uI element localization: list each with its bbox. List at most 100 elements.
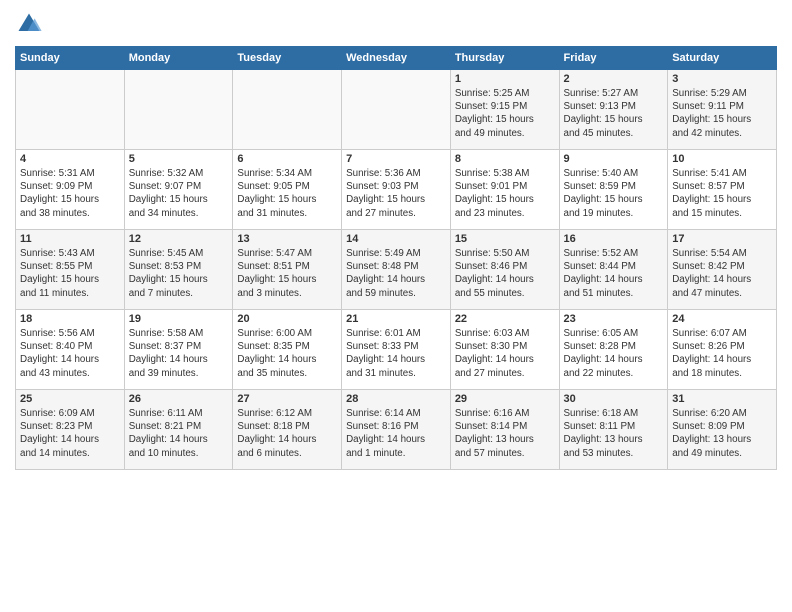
day-info: Sunrise: 5:45 AM Sunset: 8:53 PM Dayligh… [129, 247, 229, 300]
calendar-week-5: 25 Sunrise: 6:09 AM Sunset: 8:23 PM Dayli… [16, 390, 777, 470]
calendar-cell: 18Sunrise: 5:56 AM Sunset: 8:40 PM Dayli… [16, 310, 125, 390]
calendar-cell [16, 70, 125, 150]
calendar-cell: 22Sunrise: 6:03 AM Sunset: 8:30 PM Dayli… [450, 310, 559, 390]
calendar-cell [233, 70, 342, 150]
day-number: 8 [455, 153, 555, 165]
calendar-cell: 12 Sunrise: 5:45 AM Sunset: 8:53 PM Dayli… [124, 230, 233, 310]
day-info: Sunrise: 5:49 AM Sunset: 8:48 PM Dayligh… [346, 247, 446, 300]
calendar-cell: 13 Sunrise: 5:47 AM Sunset: 8:51 PM Dayli… [233, 230, 342, 310]
day-info: Sunrise: 5:41 AM Sunset: 8:57 PM Dayligh… [672, 167, 772, 220]
day-number: 14 [346, 233, 446, 245]
calendar-cell: 31 Sunrise: 6:20 AM Sunset: 8:09 PM Dayli… [668, 390, 777, 470]
day-number: 16 [564, 233, 664, 245]
calendar-cell: 8 Sunrise: 5:38 AM Sunset: 9:01 PM Daylig… [450, 150, 559, 230]
day-number: 21 [346, 313, 446, 325]
day-number: 19 [129, 313, 229, 325]
day-number: 13 [237, 233, 337, 245]
day-number: 26 [129, 393, 229, 405]
day-number: 1 [455, 73, 555, 85]
day-info: Sunrise: 6:12 AM Sunset: 8:18 PM Dayligh… [237, 407, 337, 460]
day-number: 30 [564, 393, 664, 405]
weekday-header-monday: Monday [124, 47, 233, 70]
calendar-cell: 30 Sunrise: 6:18 AM Sunset: 8:11 PM Dayli… [559, 390, 668, 470]
calendar-cell: 14 Sunrise: 5:49 AM Sunset: 8:48 PM Dayli… [342, 230, 451, 310]
calendar-cell: 3Sunrise: 5:29 AM Sunset: 9:11 PM Daylig… [668, 70, 777, 150]
day-info: Sunrise: 6:11 AM Sunset: 8:21 PM Dayligh… [129, 407, 229, 460]
day-number: 31 [672, 393, 772, 405]
header [15, 10, 777, 38]
calendar-cell: 7 Sunrise: 5:36 AM Sunset: 9:03 PM Daylig… [342, 150, 451, 230]
day-number: 17 [672, 233, 772, 245]
calendar-cell [124, 70, 233, 150]
day-number: 5 [129, 153, 229, 165]
day-info: Sunrise: 6:09 AM Sunset: 8:23 PM Dayligh… [20, 407, 120, 460]
calendar-cell: 10 Sunrise: 5:41 AM Sunset: 8:57 PM Dayli… [668, 150, 777, 230]
calendar-cell: 15 Sunrise: 5:50 AM Sunset: 8:46 PM Dayli… [450, 230, 559, 310]
day-number: 18 [20, 313, 120, 325]
calendar-cell: 25 Sunrise: 6:09 AM Sunset: 8:23 PM Dayli… [16, 390, 125, 470]
logo-icon [15, 10, 43, 38]
day-number: 29 [455, 393, 555, 405]
day-info: Sunrise: 5:43 AM Sunset: 8:55 PM Dayligh… [20, 247, 120, 300]
day-info: Sunrise: 5:38 AM Sunset: 9:01 PM Dayligh… [455, 167, 555, 220]
day-info: Sunrise: 6:16 AM Sunset: 8:14 PM Dayligh… [455, 407, 555, 460]
day-info: Sunrise: 5:54 AM Sunset: 8:42 PM Dayligh… [672, 247, 772, 300]
calendar-week-2: 4Sunrise: 5:31 AM Sunset: 9:09 PM Daylig… [16, 150, 777, 230]
calendar-cell: 29 Sunrise: 6:16 AM Sunset: 8:14 PM Dayli… [450, 390, 559, 470]
day-number: 25 [20, 393, 120, 405]
calendar-cell: 23Sunrise: 6:05 AM Sunset: 8:28 PM Dayli… [559, 310, 668, 390]
calendar-cell [342, 70, 451, 150]
calendar-cell: 6 Sunrise: 5:34 AM Sunset: 9:05 PM Daylig… [233, 150, 342, 230]
day-info: Sunrise: 5:36 AM Sunset: 9:03 PM Dayligh… [346, 167, 446, 220]
weekday-header-thursday: Thursday [450, 47, 559, 70]
calendar-cell: 20 Sunrise: 6:00 AM Sunset: 8:35 PM Dayli… [233, 310, 342, 390]
day-number: 6 [237, 153, 337, 165]
calendar-cell: 27 Sunrise: 6:12 AM Sunset: 8:18 PM Dayli… [233, 390, 342, 470]
logo [15, 10, 47, 38]
weekday-header-row: SundayMondayTuesdayWednesdayThursdayFrid… [16, 47, 777, 70]
calendar-cell: 26 Sunrise: 6:11 AM Sunset: 8:21 PM Dayli… [124, 390, 233, 470]
calendar-table: SundayMondayTuesdayWednesdayThursdayFrid… [15, 46, 777, 470]
day-number: 10 [672, 153, 772, 165]
weekday-header-tuesday: Tuesday [233, 47, 342, 70]
day-info: Sunrise: 5:50 AM Sunset: 8:46 PM Dayligh… [455, 247, 555, 300]
day-info: Sunrise: 6:20 AM Sunset: 8:09 PM Dayligh… [672, 407, 772, 460]
day-info: Sunrise: 6:14 AM Sunset: 8:16 PM Dayligh… [346, 407, 446, 460]
day-number: 7 [346, 153, 446, 165]
weekday-header-saturday: Saturday [668, 47, 777, 70]
day-number: 27 [237, 393, 337, 405]
calendar-cell: 2Sunrise: 5:27 AM Sunset: 9:13 PM Daylig… [559, 70, 668, 150]
day-number: 11 [20, 233, 120, 245]
day-info: Sunrise: 6:01 AM Sunset: 8:33 PM Dayligh… [346, 327, 446, 380]
day-info: Sunrise: 5:40 AM Sunset: 8:59 PM Dayligh… [564, 167, 664, 220]
calendar-cell: 21 Sunrise: 6:01 AM Sunset: 8:33 PM Dayli… [342, 310, 451, 390]
calendar-week-1: 1Sunrise: 5:25 AM Sunset: 9:15 PM Daylig… [16, 70, 777, 150]
weekday-header-wednesday: Wednesday [342, 47, 451, 70]
day-info: Sunrise: 5:47 AM Sunset: 8:51 PM Dayligh… [237, 247, 337, 300]
day-info: Sunrise: 5:31 AM Sunset: 9:09 PM Dayligh… [20, 167, 120, 220]
day-info: Sunrise: 5:32 AM Sunset: 9:07 PM Dayligh… [129, 167, 229, 220]
weekday-header-sunday: Sunday [16, 47, 125, 70]
calendar-week-4: 18Sunrise: 5:56 AM Sunset: 8:40 PM Dayli… [16, 310, 777, 390]
day-number: 28 [346, 393, 446, 405]
day-number: 15 [455, 233, 555, 245]
day-info: Sunrise: 5:52 AM Sunset: 8:44 PM Dayligh… [564, 247, 664, 300]
weekday-header-friday: Friday [559, 47, 668, 70]
calendar-cell: 1Sunrise: 5:25 AM Sunset: 9:15 PM Daylig… [450, 70, 559, 150]
day-number: 20 [237, 313, 337, 325]
day-info: Sunrise: 5:34 AM Sunset: 9:05 PM Dayligh… [237, 167, 337, 220]
calendar-cell: 24Sunrise: 6:07 AM Sunset: 8:26 PM Dayli… [668, 310, 777, 390]
calendar-week-3: 11 Sunrise: 5:43 AM Sunset: 8:55 PM Dayli… [16, 230, 777, 310]
day-info: Sunrise: 6:18 AM Sunset: 8:11 PM Dayligh… [564, 407, 664, 460]
day-number: 12 [129, 233, 229, 245]
calendar-cell: 9 Sunrise: 5:40 AM Sunset: 8:59 PM Daylig… [559, 150, 668, 230]
page: SundayMondayTuesdayWednesdayThursdayFrid… [0, 0, 792, 612]
day-number: 2 [564, 73, 664, 85]
calendar-cell: 28 Sunrise: 6:14 AM Sunset: 8:16 PM Dayli… [342, 390, 451, 470]
day-number: 3 [672, 73, 772, 85]
calendar-cell: 5 Sunrise: 5:32 AM Sunset: 9:07 PM Daylig… [124, 150, 233, 230]
day-info: Sunrise: 6:00 AM Sunset: 8:35 PM Dayligh… [237, 327, 337, 380]
day-number: 9 [564, 153, 664, 165]
day-info: Sunrise: 6:05 AM Sunset: 8:28 PM Dayligh… [564, 327, 664, 380]
day-info: Sunrise: 6:03 AM Sunset: 8:30 PM Dayligh… [455, 327, 555, 380]
